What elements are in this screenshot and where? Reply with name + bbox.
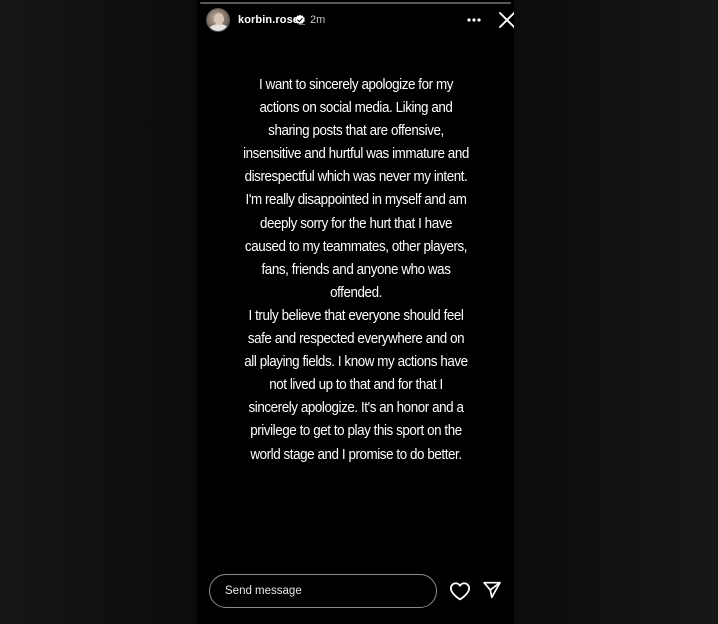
send-message-input[interactable] [209,574,437,608]
heart-icon[interactable] [449,581,471,601]
avatar[interactable] [206,8,230,32]
avatar-figure [209,24,229,31]
statement-paragraph: I truly believe that everyone should fee… [244,307,468,463]
story-viewer: korbin.rose_ 2m I want to sincerely apol… [197,0,514,624]
close-icon[interactable] [497,10,514,30]
send-icon[interactable] [482,580,502,600]
verified-badge-icon [295,14,305,25]
statement-paragraph: I want to sincerely apologize for my act… [243,77,469,301]
more-options-icon[interactable] [464,10,484,30]
story-footer [197,570,514,614]
story-header: korbin.rose_ 2m [206,8,514,34]
story-progress-bar [200,2,511,4]
avatar-face [214,13,224,25]
story-timestamp: 2m [310,14,326,26]
story-statement-text: I want to sincerely apologize for my act… [229,74,484,467]
